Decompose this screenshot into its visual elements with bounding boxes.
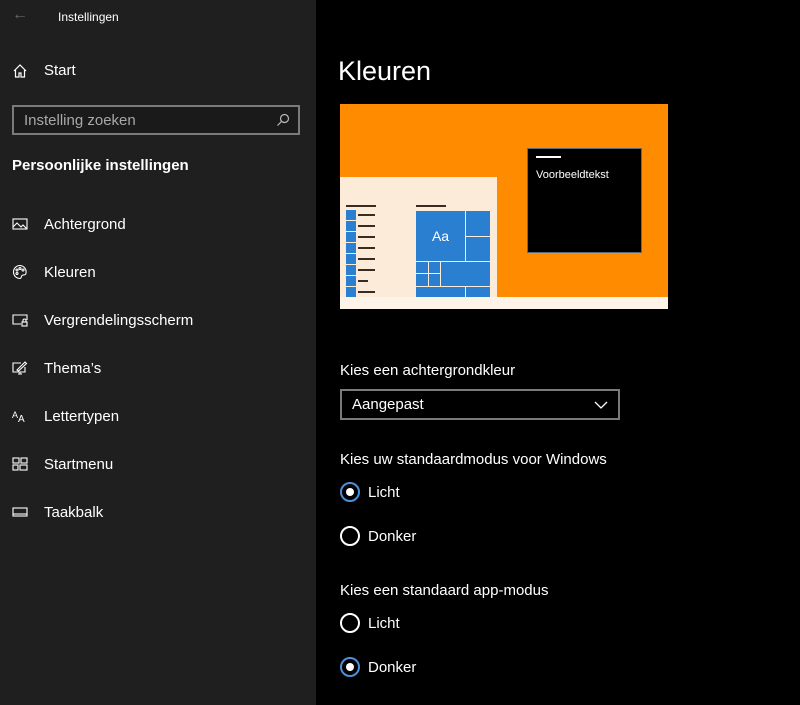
picture-icon	[12, 218, 28, 230]
search-icon[interactable]	[276, 113, 290, 127]
page-title: Kleuren	[338, 56, 432, 86]
start-menu-icon	[12, 457, 28, 471]
svg-text:A: A	[18, 414, 25, 424]
sidebar-item-label: Thema’s	[44, 359, 102, 377]
lock-screen-icon	[12, 314, 28, 327]
radio-label: Donker	[368, 658, 417, 676]
background-color-dropdown[interactable]: Aangepast	[340, 389, 620, 420]
background-color-label: Kies een achtergrondkleur	[340, 362, 516, 379]
sidebar-item-vergrendelingsscherm[interactable]: Vergrendelingsscherm	[0, 300, 316, 340]
search-input[interactable]	[24, 111, 264, 129]
sidebar-item-label: Taakbalk	[44, 503, 104, 521]
palette-icon	[12, 264, 27, 280]
preview-list-icon	[346, 287, 356, 297]
radio-icon	[340, 526, 360, 546]
sidebar-item-themas[interactable]: Thema’s	[0, 348, 316, 388]
app-mode-label: Kies een standaard app-modus	[340, 582, 549, 599]
sidebar-item-label: Achtergrond	[44, 215, 126, 233]
preview-list-line	[358, 225, 375, 227]
preview-list-line	[358, 258, 375, 260]
preview-list-icon	[346, 265, 356, 275]
sidebar-item-kleuren[interactable]: Kleuren	[0, 252, 316, 292]
preview-list-icon	[346, 254, 356, 264]
color-preview: Aa Voorbeeldtekst	[340, 104, 668, 309]
radio-selected-icon	[340, 657, 360, 677]
radio-icon	[340, 613, 360, 633]
sidebar-item-label: Startmenu	[44, 455, 114, 473]
taskbar-icon	[12, 507, 28, 517]
sidebar-item-label: Vergrendelingsscherm	[44, 311, 194, 329]
sidebar-item-taakbalk[interactable]: Taakbalk	[0, 492, 316, 532]
preview-list-icon	[346, 210, 356, 220]
sidebar-item-start[interactable]: Start	[12, 62, 76, 79]
sidebar-item-label: Lettertypen	[44, 407, 120, 425]
back-arrow-icon[interactable]: ←	[12, 6, 28, 24]
sidebar-item-lettertypen[interactable]: AA Lettertypen	[0, 396, 316, 436]
preview-list-icon	[346, 232, 356, 242]
preview-list-icon	[346, 243, 356, 253]
radio-label: Licht	[368, 614, 400, 632]
sidebar: ← Instellingen Start Persoonlijke instel…	[0, 0, 316, 705]
preview-list-icon	[346, 221, 356, 231]
preview-list-line	[358, 247, 375, 249]
windows-mode-dark-radio[interactable]: Donker	[340, 526, 416, 546]
preview-list-line	[358, 236, 375, 238]
font-icon: AA	[12, 410, 25, 424]
app-title: Instellingen	[58, 10, 119, 24]
radio-label: Donker	[368, 527, 417, 545]
radio-label: Licht	[368, 483, 400, 501]
preview-tile-large: Aa	[416, 211, 465, 261]
sidebar-item-achtergrond[interactable]: Achtergrond	[0, 204, 316, 244]
windows-mode-label: Kies uw standaardmodus voor Windows	[340, 451, 607, 468]
windows-mode-light-radio[interactable]: Licht	[340, 482, 400, 502]
chevron-down-icon	[594, 401, 608, 409]
preview-window: Voorbeeldtekst	[527, 148, 642, 253]
preview-list-icon	[346, 276, 356, 286]
preview-list-line	[358, 214, 375, 216]
theme-icon	[12, 361, 28, 375]
preview-list-line	[358, 291, 375, 293]
dropdown-value: Aangepast	[352, 396, 424, 413]
search-box[interactable]	[12, 105, 300, 135]
preview-tiles: Aa	[416, 211, 490, 297]
app-mode-dark-radio[interactable]: Donker	[340, 657, 416, 677]
preview-sample-text: Voorbeeldtekst	[536, 169, 609, 181]
preview-list-line	[358, 280, 368, 282]
sidebar-item-label: Kleuren	[44, 263, 96, 281]
sidebar-item-startmenu[interactable]: Startmenu	[0, 444, 316, 484]
home-icon	[13, 63, 27, 78]
preview-taskbar	[340, 297, 668, 309]
section-heading: Persoonlijke instellingen	[12, 157, 189, 174]
radio-selected-icon	[340, 482, 360, 502]
preview-list-line	[358, 269, 375, 271]
start-label: Start	[44, 62, 76, 79]
app-mode-light-radio[interactable]: Licht	[340, 613, 400, 633]
